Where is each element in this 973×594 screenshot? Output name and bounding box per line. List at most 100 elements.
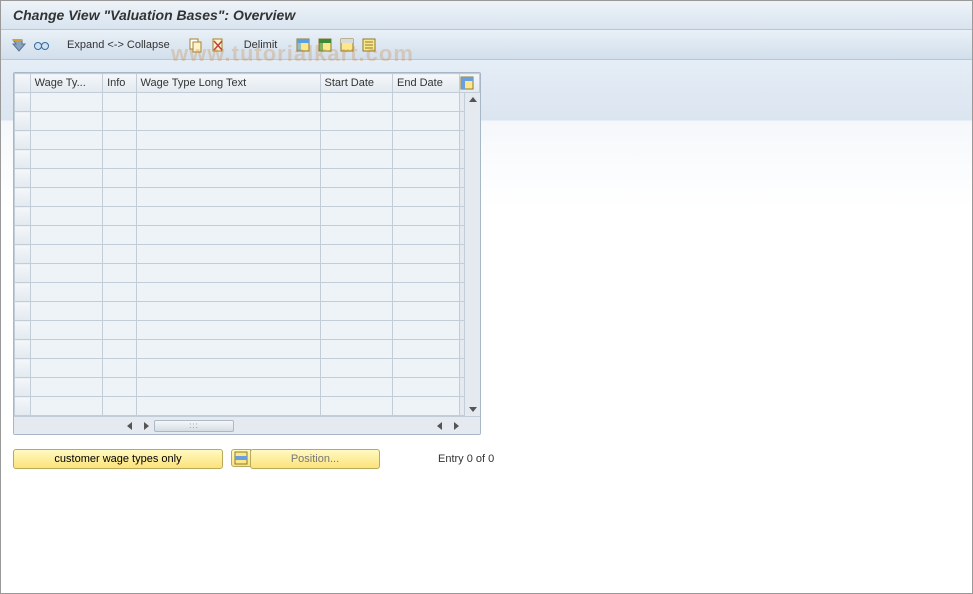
- cell-info[interactable]: [103, 207, 136, 226]
- position-button[interactable]: Position...: [250, 449, 380, 469]
- cell-info[interactable]: [103, 112, 136, 131]
- cell-long-text[interactable]: [136, 188, 320, 207]
- row-selector[interactable]: [15, 340, 31, 359]
- row-selector[interactable]: [15, 302, 31, 321]
- cell-end-date[interactable]: [392, 321, 459, 340]
- table-row[interactable]: [15, 112, 480, 131]
- cell-end-date[interactable]: [392, 359, 459, 378]
- cell-info[interactable]: [103, 226, 136, 245]
- table-row[interactable]: [15, 283, 480, 302]
- cell-info[interactable]: [103, 359, 136, 378]
- cell-info[interactable]: [103, 264, 136, 283]
- hscroll-left-icon[interactable]: [123, 419, 137, 433]
- table-row[interactable]: [15, 226, 480, 245]
- cell-long-text[interactable]: [136, 207, 320, 226]
- table-row[interactable]: [15, 264, 480, 283]
- cell-end-date[interactable]: [392, 169, 459, 188]
- cell-end-date[interactable]: [392, 131, 459, 150]
- table-row[interactable]: [15, 359, 480, 378]
- cell-start-date[interactable]: [320, 397, 392, 416]
- table-row[interactable]: [15, 302, 480, 321]
- cell-start-date[interactable]: [320, 359, 392, 378]
- delete-icon[interactable]: [210, 37, 226, 53]
- select-all-icon[interactable]: [295, 37, 311, 53]
- table-row[interactable]: [15, 340, 480, 359]
- row-selector[interactable]: [15, 359, 31, 378]
- row-selector[interactable]: [15, 283, 31, 302]
- cell-end-date[interactable]: [392, 302, 459, 321]
- cell-wage-type[interactable]: [30, 131, 102, 150]
- cell-end-date[interactable]: [392, 112, 459, 131]
- cell-wage-type[interactable]: [30, 169, 102, 188]
- cell-start-date[interactable]: [320, 169, 392, 188]
- table-config-button[interactable]: [459, 74, 479, 93]
- valuation-bases-table[interactable]: Wage Ty... Info Wage Type Long Text Star…: [14, 73, 480, 416]
- cell-end-date[interactable]: [392, 207, 459, 226]
- customer-wage-types-button[interactable]: customer wage types only: [13, 449, 223, 469]
- cell-wage-type[interactable]: [30, 397, 102, 416]
- position-icon[interactable]: [231, 449, 251, 467]
- cell-start-date[interactable]: [320, 302, 392, 321]
- row-selector[interactable]: [15, 131, 31, 150]
- cell-info[interactable]: [103, 150, 136, 169]
- cell-info[interactable]: [103, 397, 136, 416]
- table-row[interactable]: [15, 397, 480, 416]
- cell-long-text[interactable]: [136, 112, 320, 131]
- row-selector[interactable]: [15, 378, 31, 397]
- row-selector[interactable]: [15, 150, 31, 169]
- table-row[interactable]: [15, 169, 480, 188]
- vscroll-down-icon[interactable]: [466, 402, 480, 416]
- cell-long-text[interactable]: [136, 378, 320, 397]
- cell-start-date[interactable]: [320, 112, 392, 131]
- row-selector[interactable]: [15, 188, 31, 207]
- col-long-text[interactable]: Wage Type Long Text: [136, 74, 320, 93]
- row-selector[interactable]: [15, 112, 31, 131]
- select-block-icon[interactable]: [317, 37, 333, 53]
- cell-wage-type[interactable]: [30, 93, 102, 112]
- glasses-icon[interactable]: [33, 37, 49, 53]
- row-selector[interactable]: [15, 93, 31, 112]
- configuration-icon[interactable]: [361, 37, 377, 53]
- delimit-button[interactable]: Delimit: [242, 39, 280, 51]
- cell-start-date[interactable]: [320, 378, 392, 397]
- cell-end-date[interactable]: [392, 93, 459, 112]
- cell-start-date[interactable]: [320, 245, 392, 264]
- row-selector[interactable]: [15, 169, 31, 188]
- cell-wage-type[interactable]: [30, 340, 102, 359]
- cell-long-text[interactable]: [136, 321, 320, 340]
- cell-end-date[interactable]: [392, 378, 459, 397]
- cell-long-text[interactable]: [136, 150, 320, 169]
- cell-start-date[interactable]: [320, 226, 392, 245]
- row-selector[interactable]: [15, 245, 31, 264]
- vscroll-up-icon[interactable]: [466, 93, 480, 107]
- hscroll-right-icon[interactable]: [139, 419, 153, 433]
- hscroll-left2-icon[interactable]: [433, 419, 447, 433]
- cell-info[interactable]: [103, 245, 136, 264]
- col-end-date[interactable]: End Date: [392, 74, 459, 93]
- cell-long-text[interactable]: [136, 93, 320, 112]
- cell-wage-type[interactable]: [30, 378, 102, 397]
- hscroll-right2-icon[interactable]: [449, 419, 463, 433]
- cell-long-text[interactable]: [136, 245, 320, 264]
- cell-long-text[interactable]: [136, 340, 320, 359]
- cell-start-date[interactable]: [320, 93, 392, 112]
- cell-start-date[interactable]: [320, 131, 392, 150]
- copy-icon[interactable]: [188, 37, 204, 53]
- other-view-icon[interactable]: [11, 37, 27, 53]
- cell-long-text[interactable]: [136, 226, 320, 245]
- cell-info[interactable]: [103, 131, 136, 150]
- col-wage-type[interactable]: Wage Ty...: [30, 74, 102, 93]
- cell-start-date[interactable]: [320, 340, 392, 359]
- table-row[interactable]: [15, 245, 480, 264]
- cell-end-date[interactable]: [392, 226, 459, 245]
- cell-wage-type[interactable]: [30, 264, 102, 283]
- row-selector-header[interactable]: [15, 74, 31, 93]
- row-selector[interactable]: [15, 226, 31, 245]
- cell-start-date[interactable]: [320, 321, 392, 340]
- expand-collapse-button[interactable]: Expand <-> Collapse: [65, 39, 172, 51]
- cell-wage-type[interactable]: [30, 359, 102, 378]
- cell-info[interactable]: [103, 378, 136, 397]
- cell-start-date[interactable]: [320, 207, 392, 226]
- cell-long-text[interactable]: [136, 131, 320, 150]
- row-selector[interactable]: [15, 264, 31, 283]
